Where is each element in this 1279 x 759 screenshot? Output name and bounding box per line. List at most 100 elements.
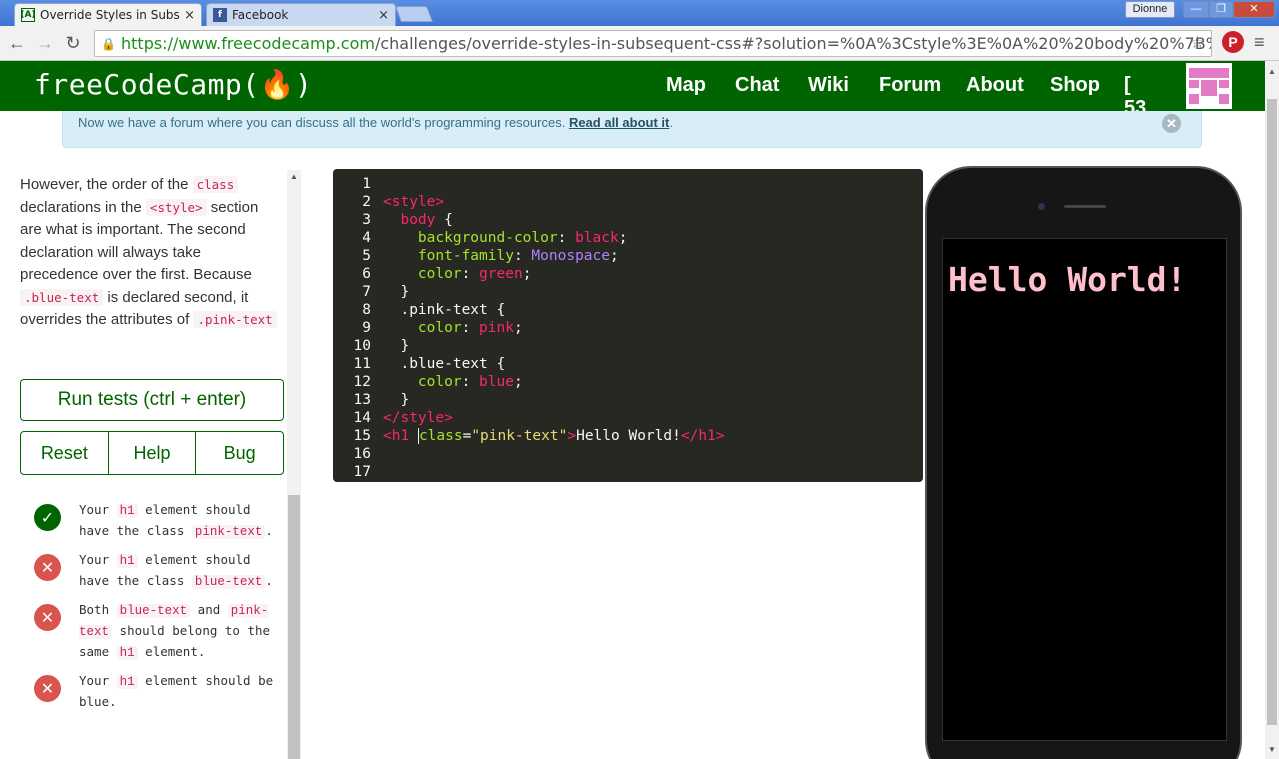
test-item: ✕ Your h1 element should have the class … bbox=[34, 550, 274, 592]
banner-period: . bbox=[669, 115, 673, 130]
cross-icon: ✕ bbox=[34, 554, 61, 581]
instructions-scrollbar[interactable]: ▲ bbox=[287, 170, 301, 759]
restore-button[interactable]: ❐ bbox=[1209, 1, 1233, 18]
site-navbar: freeCodeCamp(🔥) Map Chat Wiki Forum Abou… bbox=[0, 61, 1265, 142]
line-number: 1 bbox=[362, 176, 371, 192]
code-line: 3 body { bbox=[333, 211, 923, 229]
challenge-description: However, the order of the class declarat… bbox=[20, 174, 282, 332]
tab-close-icon[interactable]: × bbox=[378, 8, 389, 23]
code-snippet: h1 bbox=[116, 646, 138, 660]
nav-wiki[interactable]: Wiki bbox=[808, 74, 849, 97]
code-editor[interactable]: 1 2 <style> 3 body { 4 background-color: … bbox=[333, 169, 923, 482]
code-line: 5 font-family: Monospace; bbox=[333, 247, 923, 265]
code-line: 10 } bbox=[333, 337, 923, 355]
nav-forum[interactable]: Forum bbox=[879, 74, 941, 97]
test-text: Your bbox=[79, 673, 117, 688]
lock-icon: 🔒 bbox=[101, 36, 116, 51]
line-number: 9 bbox=[362, 320, 371, 336]
line-number: 15 bbox=[353, 428, 371, 444]
reset-button[interactable]: Reset bbox=[20, 431, 109, 475]
test-item: ✕ Your h1 element should be blue. bbox=[34, 671, 274, 712]
code-snippet: blue-text bbox=[191, 575, 266, 589]
speaker-icon bbox=[1064, 205, 1106, 208]
line-number: 4 bbox=[362, 230, 371, 246]
code-line: 12 color: blue; bbox=[333, 373, 923, 391]
code-snippet: .pink-text bbox=[193, 311, 277, 328]
freecodecamp-logo[interactable]: freeCodeCamp(🔥) bbox=[34, 68, 312, 101]
scrollbar-thumb[interactable] bbox=[1267, 99, 1277, 725]
new-tab-button[interactable] bbox=[395, 6, 433, 22]
desc-text: declarations in the bbox=[20, 198, 146, 216]
test-item: ✓ Your h1 element should have the class … bbox=[34, 500, 274, 542]
line-number: 3 bbox=[362, 212, 371, 228]
browser-tab-bar: (A) Override Styles in Subseq × f Facebo… bbox=[0, 0, 1279, 26]
cross-icon: ✕ bbox=[34, 604, 61, 631]
scrollbar-thumb[interactable] bbox=[288, 495, 300, 759]
phone-preview-frame: Hello World! bbox=[925, 166, 1242, 759]
code-line: 2 <style> bbox=[333, 193, 923, 211]
banner-close-icon[interactable]: ✕ bbox=[1162, 114, 1181, 133]
code-snippet: h1 bbox=[116, 675, 138, 689]
freecodecamp-favicon-icon: (A) bbox=[20, 8, 36, 22]
back-icon[interactable]: ← bbox=[6, 32, 28, 54]
preview-heading: Hello World! bbox=[948, 260, 1187, 299]
code-line: 7 } bbox=[333, 283, 923, 301]
bookmark-star-icon[interactable]: ☆ bbox=[1190, 33, 1205, 53]
code-line: 8 .pink-text { bbox=[333, 301, 923, 319]
url-host: https://www.freecodecamp.com bbox=[121, 34, 375, 53]
scroll-down-icon[interactable]: ▼ bbox=[1268, 745, 1276, 754]
close-window-button[interactable]: ✕ bbox=[1233, 1, 1275, 18]
forum-announcement-banner: Now we have a forum where you can discus… bbox=[62, 111, 1202, 148]
avatar[interactable] bbox=[1186, 63, 1232, 109]
nav-map[interactable]: Map bbox=[666, 74, 706, 97]
forward-icon[interactable]: → bbox=[34, 32, 56, 54]
nav-chat[interactable]: Chat bbox=[735, 74, 779, 97]
code-line: 17 bbox=[333, 463, 923, 481]
banner-text: Now we have a forum where you can discus… bbox=[78, 115, 566, 130]
action-button-group: Reset Help Bug bbox=[20, 431, 285, 475]
line-number: 16 bbox=[353, 446, 371, 462]
run-tests-button[interactable]: Run tests (ctrl + enter) bbox=[20, 379, 284, 421]
pinterest-icon[interactable]: P bbox=[1222, 31, 1244, 53]
page-scrollbar[interactable]: ▲ ▼ bbox=[1265, 61, 1279, 759]
code-snippet: h1 bbox=[116, 504, 138, 518]
browser-toolbar: ← → ↻ 🔒 https://www.freecodecamp.com /ch… bbox=[0, 26, 1279, 61]
desc-text: However, the order of the bbox=[20, 176, 193, 193]
address-bar[interactable]: 🔒 https://www.freecodecamp.com /challeng… bbox=[94, 30, 1212, 57]
code-snippet: <style> bbox=[145, 198, 207, 216]
code-snippet: h1 bbox=[116, 554, 138, 568]
bug-button[interactable]: Bug bbox=[196, 431, 285, 475]
code-line: 16 bbox=[333, 445, 923, 463]
line-number: 12 bbox=[353, 374, 371, 390]
menu-icon[interactable]: ≡ bbox=[1254, 32, 1265, 53]
code-line: 9 color: pink; bbox=[333, 319, 923, 337]
reload-icon[interactable]: ↻ bbox=[62, 32, 84, 54]
tab-close-icon[interactable]: × bbox=[184, 8, 195, 23]
code-line: 14 </style> bbox=[333, 409, 923, 427]
preview-screen: Hello World! bbox=[942, 238, 1227, 741]
code-line: 1 bbox=[333, 175, 923, 193]
minimize-button[interactable]: — bbox=[1183, 1, 1209, 18]
nav-shop[interactable]: Shop bbox=[1050, 74, 1100, 97]
line-number: 6 bbox=[362, 266, 371, 282]
profile-user-button[interactable]: Dionne bbox=[1125, 1, 1175, 18]
line-number: 13 bbox=[353, 392, 371, 408]
code-snippet: class bbox=[192, 176, 239, 193]
nav-about[interactable]: About bbox=[966, 74, 1024, 97]
help-button[interactable]: Help bbox=[108, 431, 197, 475]
code-line: 6 color: green; bbox=[333, 265, 923, 283]
code-line: 15 <h1 class="pink-text">Hello World!</h1… bbox=[333, 427, 923, 445]
instructions-panel: However, the order of the class declarat… bbox=[0, 150, 302, 759]
test-list: ✓ Your h1 element should have the class … bbox=[34, 500, 274, 720]
code-line: 4 background-color: black; bbox=[333, 229, 923, 247]
tab-facebook[interactable]: f Facebook × bbox=[206, 3, 396, 26]
scroll-up-icon[interactable]: ▲ bbox=[290, 172, 298, 181]
tab-title: Override Styles in Subseq bbox=[40, 8, 181, 22]
line-number: 2 bbox=[362, 194, 371, 210]
banner-link[interactable]: Read all about it bbox=[569, 115, 669, 130]
scroll-up-icon[interactable]: ▲ bbox=[1268, 67, 1276, 76]
tab-override-styles[interactable]: (A) Override Styles in Subseq × bbox=[14, 3, 202, 26]
code-line: 11 .blue-text { bbox=[333, 355, 923, 373]
facebook-favicon-icon: f bbox=[213, 8, 227, 22]
test-text: Your bbox=[79, 552, 117, 567]
